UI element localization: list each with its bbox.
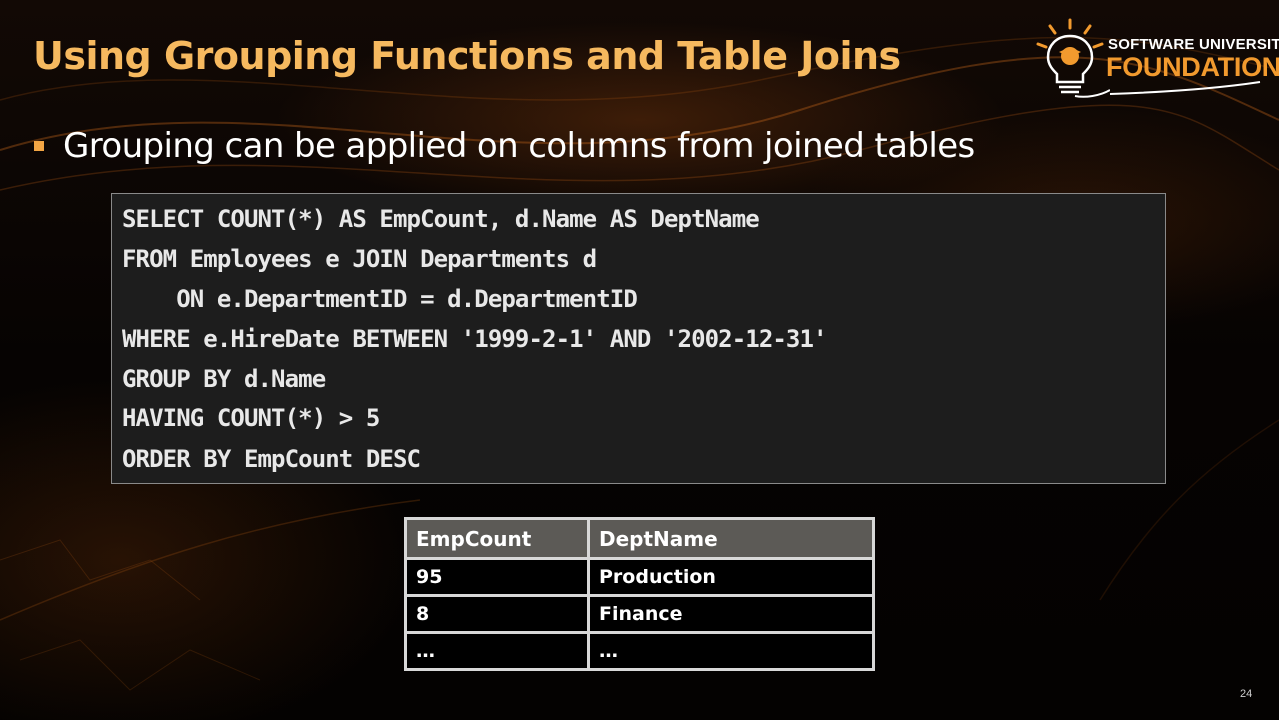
bullet-item: Grouping can be applied on columns from … — [34, 124, 975, 168]
sql-code-block: SELECT COUNT(*) AS EmpCount, d.Name AS D… — [111, 193, 1166, 484]
table-row: … … — [404, 631, 875, 671]
code-line: SELECT COUNT(*) AS EmpCount, d.Name AS D… — [122, 205, 760, 233]
table-cell: … — [404, 631, 590, 671]
square-bullet-icon — [34, 141, 44, 151]
column-header-empcount: EmpCount — [404, 517, 590, 560]
code-line: HAVING COUNT(*) > 5 — [122, 404, 380, 432]
slide-page-number: 24 — [1240, 688, 1253, 700]
code-line: ON e.DepartmentID = d.DepartmentID — [122, 285, 638, 313]
query-result-table: EmpCount DeptName 95 Production 8 Financ… — [404, 517, 875, 671]
column-header-deptname: DeptName — [587, 517, 875, 560]
code-line: ORDER BY EmpCount DESC — [122, 445, 421, 473]
code-line: FROM Employees e JOIN Departments d — [122, 245, 597, 273]
table-header-row: EmpCount DeptName — [404, 517, 875, 560]
table-cell: Production — [587, 557, 875, 597]
code-line: WHERE e.HireDate BETWEEN '1999-2-1' AND … — [122, 325, 827, 353]
table-cell: 95 — [404, 557, 590, 597]
table-row: 8 Finance — [404, 594, 875, 634]
logo-underline-swoosh — [1109, 81, 1261, 95]
software-university-logo: SOFTWARE UNIVERSITY FOUNDATION — [1030, 16, 1279, 100]
table-cell: Finance — [587, 594, 875, 634]
slide-title: Using Grouping Functions and Table Joins — [33, 34, 901, 78]
table-cell: … — [587, 631, 875, 671]
code-line: GROUP BY d.Name — [122, 365, 326, 393]
table-row: 95 Production — [404, 557, 875, 597]
table-cell: 8 — [404, 594, 590, 634]
bullet-text: Grouping can be applied on columns from … — [63, 126, 975, 166]
